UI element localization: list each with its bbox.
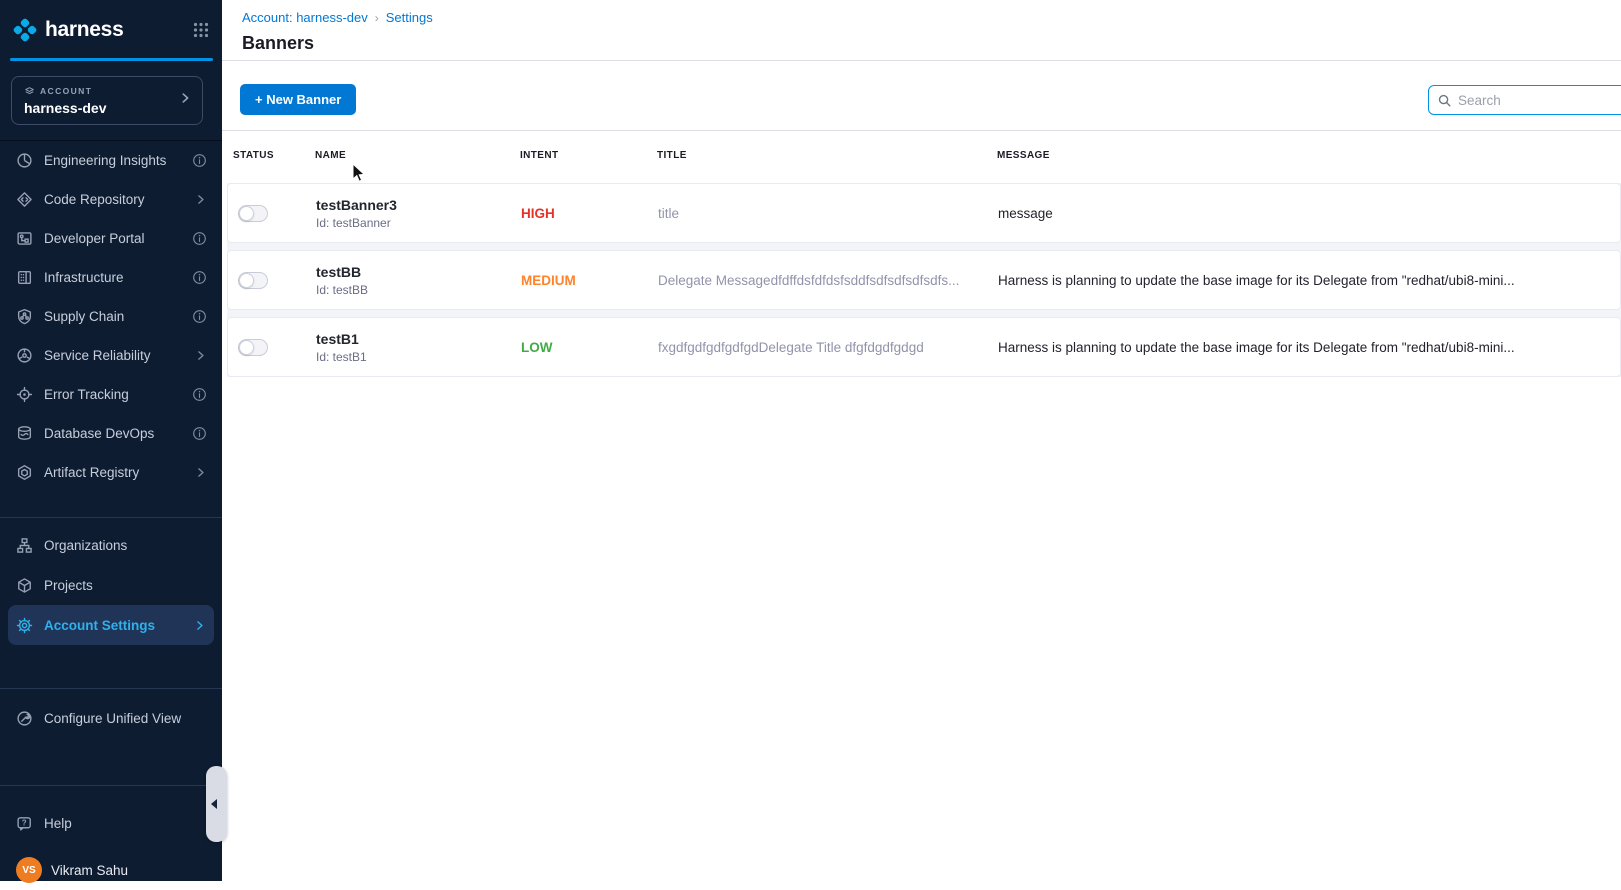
error-tracking-icon xyxy=(16,386,33,403)
code-icon xyxy=(16,191,33,208)
breadcrumb-settings-link[interactable]: Settings xyxy=(386,10,433,25)
column-header-status: STATUS xyxy=(227,150,309,161)
sidebar-item-configure-unified-view[interactable]: Configure Unified View xyxy=(0,698,222,738)
sidebar-item-supply-chain[interactable]: Supply Chain xyxy=(0,297,222,336)
brand-name: harness xyxy=(45,18,123,42)
database-icon xyxy=(16,425,33,442)
banner-name: testB1 xyxy=(316,331,515,347)
search-icon xyxy=(1437,93,1452,108)
sidebar-divider xyxy=(0,688,222,689)
brand-header: harness xyxy=(12,14,210,46)
sidebar-item-service-reliability[interactable]: Service Reliability xyxy=(0,336,222,375)
column-header-intent: INTENT xyxy=(514,150,651,161)
banner-message: message xyxy=(992,206,1620,221)
table-row[interactable]: testB1 Id: testB1 LOW fxgdfgdfgdfgdfgdDe… xyxy=(227,317,1621,377)
organizations-icon xyxy=(16,537,33,554)
chevron-right-icon xyxy=(194,466,207,479)
harness-logo-icon xyxy=(12,17,38,43)
account-name: harness-dev xyxy=(24,100,178,116)
projects-icon xyxy=(16,577,33,594)
sidebar: harness ACCOUNT harness-dev xyxy=(0,0,222,881)
user-name: Vikram Sahu xyxy=(51,863,207,878)
banner-name: testBanner3 xyxy=(316,197,515,213)
banner-intent: HIGH xyxy=(515,206,652,221)
help-chat-icon: ? xyxy=(16,815,33,832)
breadcrumb-separator: › xyxy=(375,11,379,25)
banner-intent: MEDIUM xyxy=(515,273,652,288)
column-header-name: NAME xyxy=(309,150,514,161)
sidebar-item-artifact-registry[interactable]: Artifact Registry xyxy=(0,453,222,492)
banner-enabled-toggle[interactable] xyxy=(238,205,268,222)
sidebar-collapse-handle[interactable] xyxy=(206,766,227,842)
sidebar-item-error-tracking[interactable]: Error Tracking xyxy=(0,375,222,414)
sidebar-item-infrastructure[interactable]: Infrastructure xyxy=(0,258,222,297)
sidebar-item-code-repository[interactable]: Code Repository xyxy=(0,180,222,219)
banner-enabled-toggle[interactable] xyxy=(238,339,268,356)
sidebar-item-projects[interactable]: Projects xyxy=(0,565,222,605)
chevron-right-icon xyxy=(193,619,206,632)
supply-chain-icon xyxy=(16,308,33,325)
info-icon[interactable] xyxy=(192,309,207,324)
sidebar-item-organizations[interactable]: Organizations xyxy=(0,525,222,565)
user-menu[interactable]: VS Vikram Sahu xyxy=(0,850,222,890)
search-input[interactable] xyxy=(1458,93,1619,108)
table-row[interactable]: testBB Id: testBB MEDIUM Delegate Messag… xyxy=(227,250,1621,310)
svg-text:?: ? xyxy=(22,818,27,827)
info-icon[interactable] xyxy=(192,387,207,402)
collapse-left-icon xyxy=(211,799,217,809)
new-banner-button[interactable]: + New Banner xyxy=(240,84,356,115)
reliability-icon xyxy=(16,347,33,364)
info-icon[interactable] xyxy=(192,426,207,441)
account-label: ACCOUNT xyxy=(40,86,92,96)
banner-name: testBB xyxy=(316,264,515,280)
breadcrumb-account-link[interactable]: Account: harness-dev xyxy=(242,10,368,25)
table-row[interactable]: testBanner3 Id: testBanner HIGH title me… xyxy=(227,183,1621,243)
banner-title: fxgdfgdfgdfgdfgdDelegate Title dfgfdgdfg… xyxy=(652,340,992,355)
banner-id: Id: testBB xyxy=(316,283,515,297)
sidebar-divider xyxy=(0,785,222,786)
banner-title: Delegate Messagedfdffdsfdfdsfsddfsdfsdfs… xyxy=(652,273,992,288)
chevron-right-icon xyxy=(194,193,207,206)
column-header-message: MESSAGE xyxy=(991,150,1621,161)
module-grid-icon[interactable] xyxy=(192,21,210,39)
infrastructure-icon xyxy=(16,269,33,286)
sidebar-divider xyxy=(0,517,222,518)
page-title: Banners xyxy=(242,33,314,54)
artifact-icon xyxy=(16,464,33,481)
banner-enabled-toggle[interactable] xyxy=(238,272,268,289)
sidebar-module-list: Engineering Insights Code Repository Dev… xyxy=(0,140,222,492)
banner-title: title xyxy=(652,206,992,221)
banner-table: testBanner3 Id: testBanner HIGH title me… xyxy=(227,183,1621,377)
info-icon[interactable] xyxy=(192,153,207,168)
insights-icon xyxy=(16,152,33,169)
sidebar-item-engineering-insights[interactable]: Engineering Insights xyxy=(0,141,222,180)
banner-message: Harness is planning to update the base i… xyxy=(992,340,1620,355)
banner-id: Id: testBanner xyxy=(316,216,515,230)
banner-id: Id: testB1 xyxy=(316,350,515,364)
search-box xyxy=(1428,85,1621,115)
sidebar-item-database-devops[interactable]: Database DevOps xyxy=(0,414,222,453)
brand-accent-bar xyxy=(10,58,213,61)
gear-icon xyxy=(16,617,33,634)
chevron-right-icon xyxy=(194,349,207,362)
column-header-title: TITLE xyxy=(651,150,991,161)
main-content: Account: harness-dev › Settings Banners … xyxy=(222,0,1621,881)
sidebar-item-account-settings[interactable]: Account Settings xyxy=(8,605,214,645)
sidebar-general-list: Organizations Projects Account Settings xyxy=(0,525,222,645)
banner-message: Harness is planning to update the base i… xyxy=(992,273,1620,288)
avatar: VS xyxy=(16,857,42,883)
chevron-right-icon xyxy=(178,91,192,110)
info-icon[interactable] xyxy=(192,270,207,285)
breadcrumb: Account: harness-dev › Settings xyxy=(242,10,433,25)
sidebar-item-developer-portal[interactable]: Developer Portal xyxy=(0,219,222,258)
table-header-row: STATUS NAME INTENT TITLE MESSAGE xyxy=(227,131,1621,180)
account-switcher[interactable]: ACCOUNT harness-dev xyxy=(11,76,203,125)
info-icon[interactable] xyxy=(192,231,207,246)
header-divider xyxy=(222,60,1621,61)
portal-icon xyxy=(16,230,33,247)
unified-view-icon xyxy=(16,710,33,727)
layers-icon xyxy=(24,86,35,97)
sidebar-item-help[interactable]: ? Help xyxy=(0,803,222,843)
banner-intent: LOW xyxy=(515,340,652,355)
